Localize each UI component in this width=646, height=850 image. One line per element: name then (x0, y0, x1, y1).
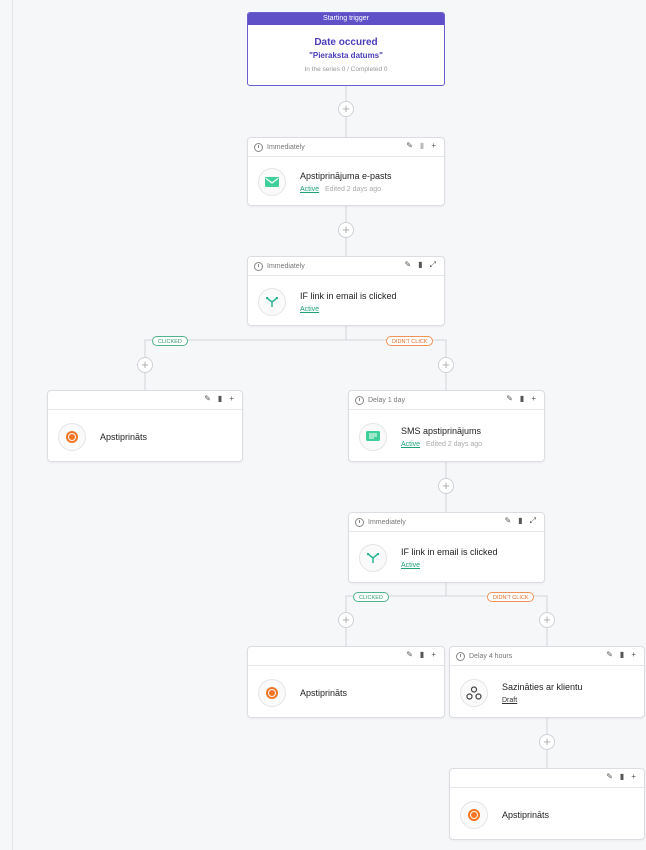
step-timing: Immediately (267, 143, 305, 151)
edit-icon[interactable]: ✎ (204, 394, 211, 403)
step-name: IF link in email is clicked (401, 547, 498, 557)
edit-icon[interactable]: ✎ (606, 650, 613, 659)
status-link[interactable]: Active (300, 186, 319, 193)
branch-icon (359, 544, 387, 572)
step-name: Apstiprināts (300, 687, 348, 698)
add-step-button[interactable]: + (539, 612, 555, 628)
add-step-button[interactable]: + (338, 612, 354, 628)
step-name: Apstiprināts (502, 809, 550, 820)
clock-icon (254, 142, 263, 152)
step-card-header: Immediately ✎ ▮ ⤢ (248, 257, 444, 276)
step-card-sms[interactable]: Delay 1 day ✎ ▮ + SMS apstiprinājums Act… (348, 390, 545, 462)
sms-icon (359, 422, 387, 451)
delete-icon[interactable]: ▮ (218, 394, 222, 403)
step-timing: Delay 1 day (368, 396, 405, 404)
trigger-header: Starting trigger (248, 13, 444, 25)
step-card-header: ✎ ▮ + (48, 391, 242, 410)
edit-icon[interactable]: ✎ (506, 394, 513, 403)
add-step-button[interactable]: + (438, 357, 454, 373)
add-step-button[interactable]: + (338, 101, 354, 117)
step-card-header: Immediately ✎ ▮ + (248, 138, 444, 157)
webhook-icon (460, 678, 488, 707)
step-card-email[interactable]: Immediately ✎ ▮ + Apstiprinājuma e-pasts… (247, 137, 445, 206)
trigger-subtitle: "Pieraksta datums" (309, 51, 383, 60)
status-link[interactable]: Active (401, 441, 420, 448)
step-timing: Immediately (368, 518, 406, 526)
add-icon[interactable]: + (631, 650, 636, 659)
target-icon (460, 800, 488, 829)
step-name: Apstiprinājuma e-pasts (300, 171, 392, 181)
status-link[interactable]: Active (300, 306, 319, 313)
step-timing: Immediately (267, 262, 305, 270)
edited-text: Edited 2 days ago (325, 186, 382, 193)
add-step-button[interactable]: + (137, 357, 153, 373)
edit-icon[interactable]: ✎ (406, 650, 413, 659)
add-icon[interactable]: + (631, 772, 636, 781)
add-step-button[interactable]: + (338, 222, 354, 238)
starting-trigger-card[interactable]: Starting trigger Date occured "Pieraksta… (247, 12, 445, 86)
trigger-title: Date occured (314, 37, 378, 48)
clicked-branch-badge: Clicked (152, 336, 188, 346)
step-card-header: Immediately ✎ ▮ ⤢ (349, 513, 544, 532)
edit-icon[interactable]: ✎ (606, 772, 613, 781)
edit-icon[interactable]: ✎ (404, 260, 411, 270)
edited-text: Edited 2 days ago (426, 440, 483, 448)
step-card-header: Delay 4 hours ✎ ▮ + (450, 647, 644, 666)
expand-icon[interactable]: ⤢ (530, 516, 536, 526)
edit-icon[interactable]: ✎ (406, 141, 413, 150)
add-icon[interactable]: + (431, 141, 436, 150)
step-card-goal[interactable]: ✎ ▮ + Apstiprināts (449, 768, 645, 840)
step-card-header: Delay 1 day ✎ ▮ + (349, 391, 544, 410)
expand-icon[interactable]: ⤢ (430, 260, 436, 270)
step-card-goal[interactable]: ✎ ▮ + Apstiprināts (47, 390, 243, 462)
add-icon[interactable]: + (431, 650, 436, 659)
status-link[interactable]: Active (401, 562, 420, 569)
step-card-header: ✎ ▮ + (450, 769, 644, 788)
trigger-stats: In the series 0 / Completed 0 (304, 66, 388, 73)
delete-icon[interactable]: ▮ (420, 141, 424, 150)
step-card-webhook[interactable]: Delay 4 hours ✎ ▮ + Sazināties ar klient… (449, 646, 645, 718)
target-icon (258, 678, 286, 707)
delete-icon[interactable]: ▮ (520, 394, 524, 403)
workflow-canvas: Starting trigger Date occured "Pieraksta… (0, 0, 646, 850)
status-link[interactable]: Draft (502, 697, 517, 704)
add-icon[interactable]: + (531, 394, 536, 403)
clicked-branch-badge: Clicked (353, 592, 389, 602)
email-icon (258, 168, 286, 196)
delete-icon[interactable]: ▮ (420, 650, 424, 659)
delete-icon[interactable]: ▮ (418, 260, 422, 270)
step-card-header: ✎ ▮ + (248, 647, 444, 666)
clock-icon (254, 261, 263, 271)
add-step-button[interactable]: + (539, 734, 555, 750)
step-card-condition[interactable]: Immediately ✎ ▮ ⤢ IF link in email is cl… (348, 512, 545, 583)
clock-icon (355, 395, 364, 405)
delete-icon[interactable]: ▮ (518, 516, 522, 526)
delete-icon[interactable]: ▮ (620, 772, 624, 781)
clock-icon (355, 517, 364, 527)
didnt-click-branch-badge: Didn't click (487, 592, 535, 602)
step-timing: Delay 4 hours (469, 652, 513, 660)
step-name: Apstiprināts (100, 431, 148, 442)
didnt-click-branch-badge: Didn't click (386, 336, 434, 346)
step-name: SMS apstiprinājums (401, 425, 482, 436)
step-name: Sazināties ar klientu (502, 681, 583, 692)
add-step-button[interactable]: + (438, 478, 454, 494)
step-card-goal[interactable]: ✎ ▮ + Apstiprināts (247, 646, 445, 718)
target-icon (58, 422, 86, 451)
step-name: IF link in email is clicked (300, 290, 397, 301)
step-card-condition[interactable]: Immediately ✎ ▮ ⤢ IF link in email is cl… (247, 256, 445, 326)
branch-icon (258, 287, 286, 316)
add-icon[interactable]: + (229, 394, 234, 403)
edit-icon[interactable]: ✎ (504, 516, 511, 526)
clock-icon (456, 651, 465, 661)
delete-icon[interactable]: ▮ (620, 650, 624, 659)
